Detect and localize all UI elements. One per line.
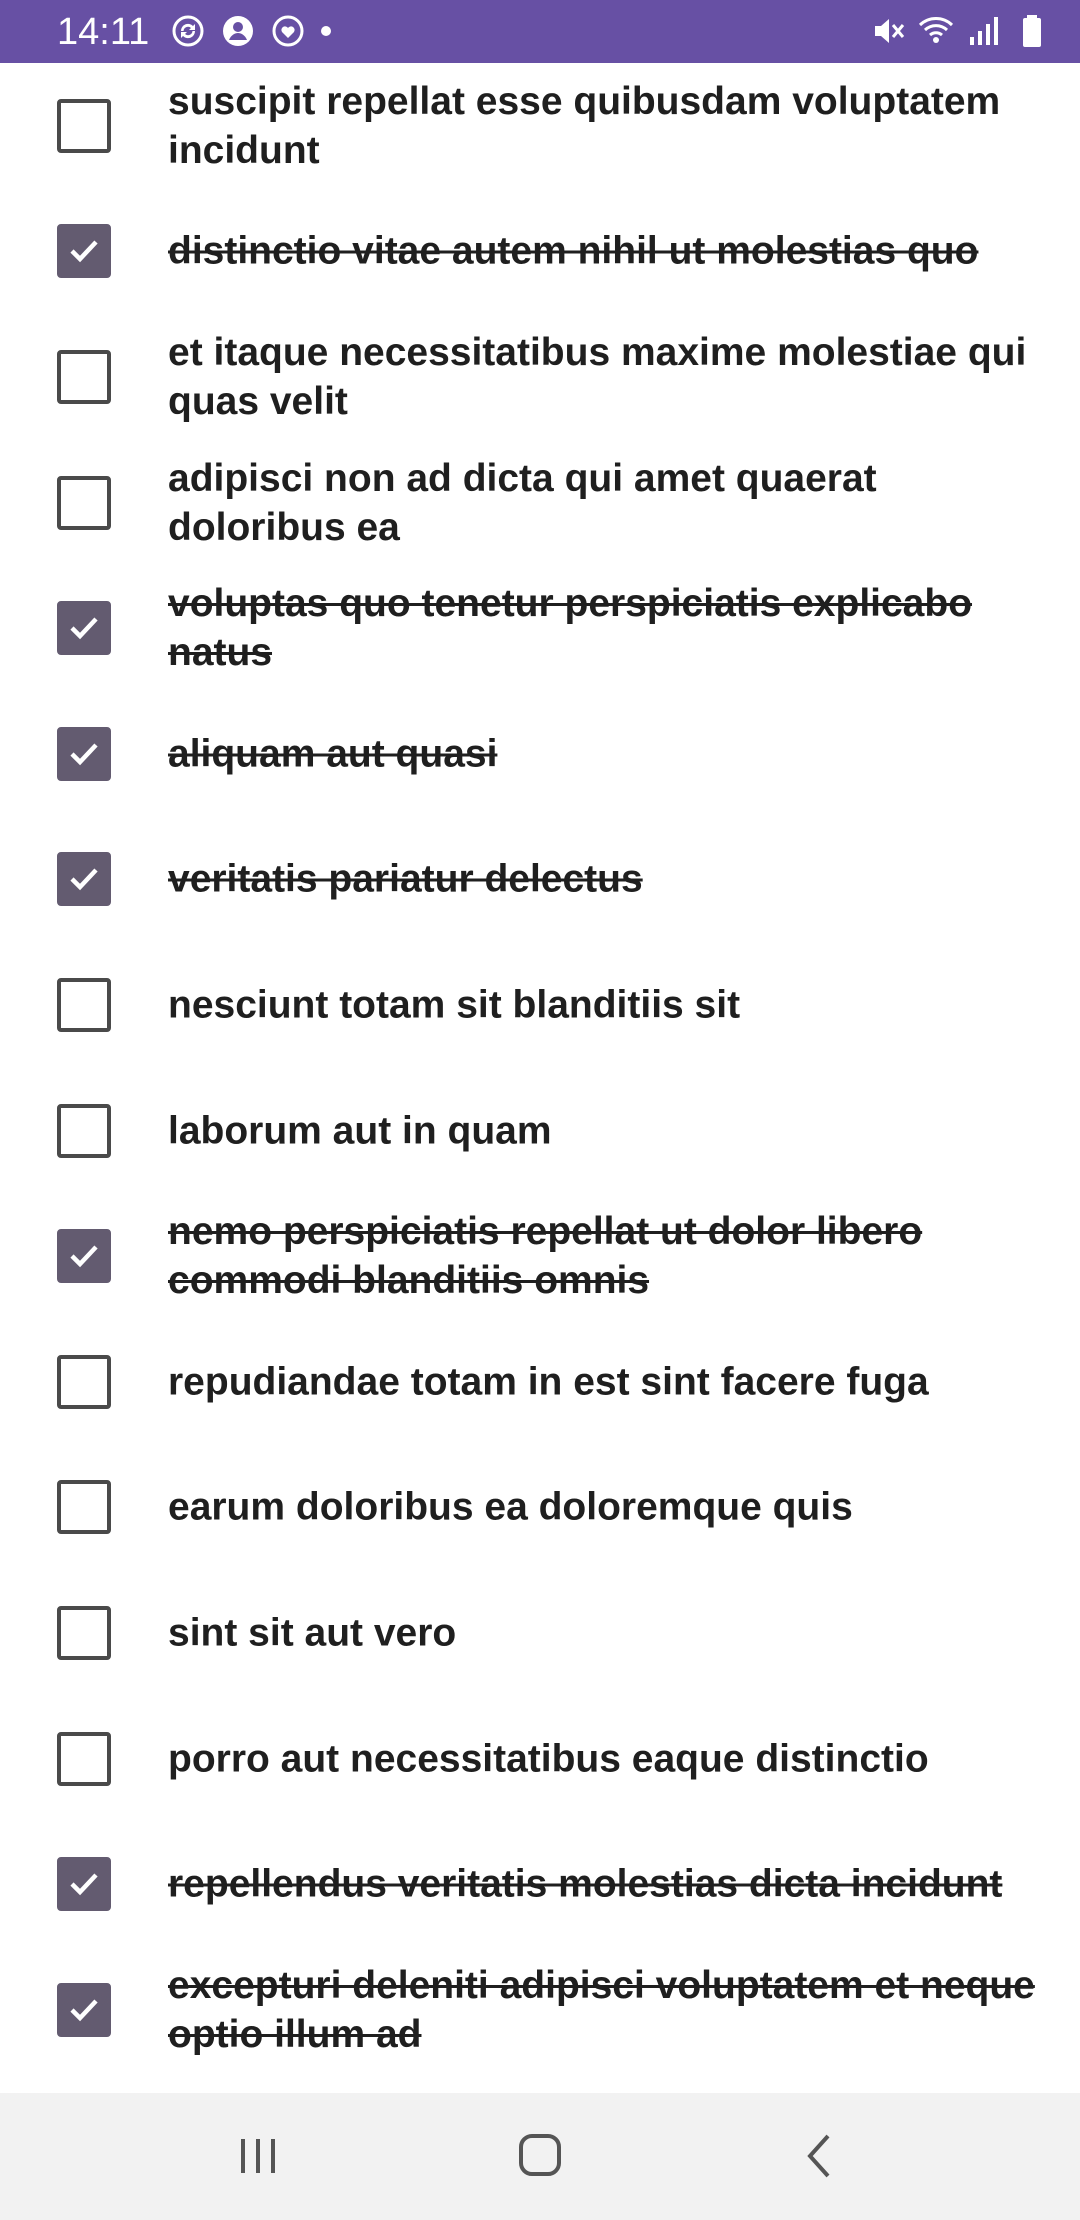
todo-text: excepturi deleniti adipisci voluptatem e…	[168, 1963, 1035, 2056]
dot-icon	[320, 25, 332, 37]
checkbox-checked[interactable]	[57, 726, 111, 781]
todo-item[interactable]: laborum aut in quam	[0, 1068, 1080, 1194]
todo-item[interactable]: nemo perspiciatis repellat ut dolor libe…	[0, 1193, 1080, 1319]
checkbox-checked[interactable]	[57, 1229, 111, 1284]
todo-item[interactable]: excepturi deleniti adipisci voluptatem e…	[0, 1947, 1080, 2073]
todo-text: veritatis pariatur delectus	[168, 857, 643, 901]
todo-item[interactable]: aliquam aut quasi	[0, 691, 1080, 817]
battery-icon	[1014, 13, 1050, 49]
todo-text: adipisci non ad dicta qui amet quaerat d…	[168, 456, 877, 549]
todo-text: nemo perspiciatis repellat ut dolor libe…	[168, 1210, 923, 1303]
todo-item[interactable]: earum doloribus ea doloremque quis	[0, 1445, 1080, 1571]
checkbox-unchecked[interactable]	[57, 1480, 111, 1535]
checkbox-unchecked[interactable]	[57, 977, 111, 1032]
todo-text: laborum aut in quam	[168, 1109, 552, 1153]
recents-icon[interactable]	[223, 2121, 293, 2191]
todo-item[interactable]: veritatis pariatur delectus	[0, 817, 1080, 943]
status-time: 14:11	[57, 11, 150, 53]
todo-text: repellendus veritatis molestias dicta in…	[168, 1862, 1003, 1906]
checkmark-icon	[70, 743, 98, 766]
navigation-bar	[0, 2093, 1080, 2220]
back-icon[interactable]	[786, 2121, 856, 2191]
todo-item[interactable]: distinctio vitae autem nihil ut molestia…	[0, 189, 1080, 315]
todo-item[interactable]: adipisci non ad dicta qui amet quaerat d…	[0, 440, 1080, 566]
todo-item[interactable]: repellendus veritatis molestias dicta in…	[0, 1821, 1080, 1947]
todo-text: voluptas quo tenetur perspiciatis explic…	[168, 582, 973, 675]
checkmark-icon	[70, 1245, 98, 1268]
checkbox-unchecked[interactable]	[57, 1103, 111, 1158]
todo-text: porro aut necessitatibus eaque distincti…	[168, 1737, 929, 1781]
todo-text: nesciunt totam sit blanditiis sit	[168, 983, 741, 1027]
todo-text: earum doloribus ea doloremque quis	[168, 1485, 853, 1529]
checkmark-icon	[70, 1999, 98, 2022]
todo-text: aliquam aut quasi	[168, 732, 498, 776]
checkbox-checked[interactable]	[57, 601, 111, 656]
todo-text: repudiandae totam in est sint facere fug…	[168, 1360, 929, 1404]
status-right-icons	[870, 12, 1050, 50]
checkmark-icon	[70, 617, 98, 640]
checkbox-unchecked[interactable]	[57, 349, 111, 404]
todo-text: et itaque necessitatibus maxime molestia…	[168, 330, 1027, 423]
checkbox-checked[interactable]	[57, 224, 111, 279]
checkbox-unchecked[interactable]	[57, 98, 111, 153]
checkmark-icon	[70, 240, 98, 263]
checkbox-checked[interactable]	[57, 852, 111, 907]
checkbox-checked[interactable]	[57, 1857, 111, 1912]
todo-item[interactable]: et itaque necessitatibus maxime molestia…	[0, 314, 1080, 440]
checkbox-unchecked[interactable]	[57, 1731, 111, 1786]
heart-message-icon	[270, 13, 306, 49]
checkbox-unchecked[interactable]	[57, 475, 111, 530]
checkbox-unchecked[interactable]	[57, 1605, 111, 1660]
todo-item[interactable]: repudiandae totam in est sint facere fug…	[0, 1319, 1080, 1445]
account-icon	[220, 13, 256, 49]
mute-icon	[870, 13, 906, 49]
todo-item[interactable]: nesciunt totam sit blanditiis sit	[0, 942, 1080, 1068]
checkmark-icon	[70, 868, 98, 891]
home-icon[interactable]	[505, 2121, 575, 2191]
sync-icon	[170, 13, 206, 49]
todo-item[interactable]: sint sit aut vero	[0, 1570, 1080, 1696]
signal-icon	[966, 13, 1002, 49]
todo-item[interactable]: voluptas quo tenetur perspiciatis explic…	[0, 565, 1080, 691]
status-bar: 14:11	[0, 0, 1080, 63]
wifi-icon	[918, 13, 954, 49]
checkmark-icon	[70, 1873, 98, 1896]
todo-text: distinctio vitae autem nihil ut molestia…	[168, 229, 979, 273]
todo-text: suscipit repellat esse quibusdam volupta…	[168, 79, 1001, 172]
todo-list: suscipit repellat esse quibusdam volupta…	[0, 63, 1080, 2093]
checkbox-unchecked[interactable]	[57, 1354, 111, 1409]
checkbox-checked[interactable]	[57, 1982, 111, 2037]
todo-item[interactable]: suscipit repellat esse quibusdam volupta…	[0, 63, 1080, 189]
todo-text: sint sit aut vero	[168, 1611, 457, 1655]
status-left-icons	[170, 14, 332, 48]
todo-item[interactable]: porro aut necessitatibus eaque distincti…	[0, 1696, 1080, 1822]
